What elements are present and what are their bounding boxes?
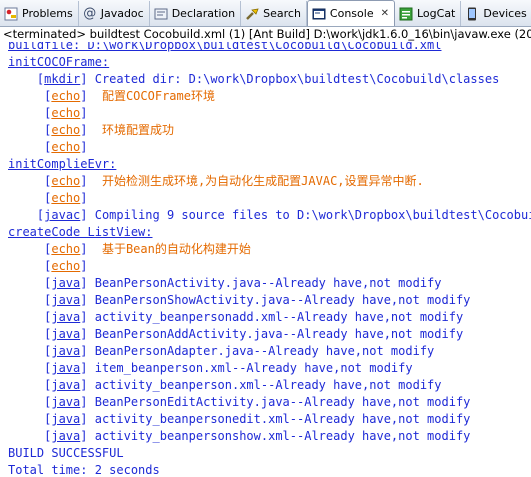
ant-target-line: initCOCOFrame:: [8, 54, 109, 71]
tab-label: LogCat: [416, 7, 456, 20]
task-tag: echo: [51, 89, 81, 103]
task-tag: mkdir: [44, 72, 81, 86]
build-result-line: BUILD SUCCESSFUL: [8, 445, 124, 462]
view-tab-bar: Problems @ Javadoc Declaration Search Co…: [0, 0, 531, 27]
tab-javadoc[interactable]: @ Javadoc: [79, 1, 150, 26]
ant-task-line: [java] item_beanperson.xml--Already have…: [44, 361, 413, 375]
task-message: BeanPersonShowActivity.java--Already hav…: [94, 293, 471, 307]
result-text: Total time: 2 seconds: [8, 463, 160, 477]
task-message: BeanPersonAdapter.java--Already have,not…: [94, 344, 435, 358]
at-icon: @: [83, 6, 97, 21]
ant-task-line: [javac] Compiling 9 source files to D:\w…: [8, 207, 531, 224]
ant-target-line: buildfile: D:\work\Dropbox\buildtest\Coc…: [8, 42, 441, 54]
ant-task-line: [mkdir] Created dir: D:\work\Dropbox\bui…: [36, 72, 500, 86]
task-tag: java: [51, 344, 81, 358]
tab-label: Problems: [22, 7, 73, 20]
target-name: initCOCOFrame:: [8, 55, 110, 69]
tab-search[interactable]: Search: [241, 1, 307, 26]
tab-label: Javadoc: [100, 7, 144, 20]
task-tag: java: [51, 412, 81, 426]
ant-task-line: [echo] 环境配置成功: [44, 123, 174, 137]
ant-task-line: [java] BeanPersonAddActivity.java--Alrea…: [44, 327, 464, 341]
tab-declaration[interactable]: Declaration: [150, 1, 242, 26]
task-message: Created dir: D:\work\Dropbox\buildtest\C…: [94, 72, 500, 86]
ant-task-line: [echo] 基于Bean的自动化构建开始: [44, 242, 251, 256]
ant-task-line: [echo]: [44, 259, 95, 273]
task-message: item_beanperson.xml--Already have,not mo…: [94, 361, 413, 375]
task-tag: java: [51, 361, 81, 375]
task-tag: java: [51, 327, 81, 341]
task-tag: java: [51, 293, 81, 307]
task-message: activity_beanpersonshow.xml--Already hav…: [94, 429, 471, 443]
target-name: createCode ListView:: [8, 225, 153, 239]
ant-task-line: [java] activity_beanpersonshow.xml--Alre…: [44, 429, 471, 443]
tab-label: Console: [329, 7, 374, 20]
target-name: buildfile: D:\work\Dropbox\buildtest\Coc…: [8, 42, 442, 52]
ant-task-line: [echo]: [44, 106, 95, 120]
logcat-icon: [398, 6, 414, 22]
task-message: 基于Bean的自动化构建开始: [94, 242, 251, 256]
ant-task-line: [java] BeanPersonAdapter.java--Already h…: [44, 344, 435, 358]
task-tag: java: [51, 310, 81, 324]
task-message: BeanPersonAddActivity.java--Already have…: [94, 327, 464, 341]
tab-label: Search: [263, 7, 301, 20]
task-tag: java: [51, 395, 81, 409]
result-text: BUILD SUCCESSFUL: [8, 446, 124, 460]
ant-task-line: [java] activity_beanpersonedit.xml--Alre…: [44, 412, 471, 426]
tab-console[interactable]: Console ✕: [306, 0, 395, 26]
tab-logcat[interactable]: LogCat: [395, 1, 462, 26]
tab-problems[interactable]: Problems: [0, 1, 79, 26]
console-output[interactable]: buildfile: D:\work\Dropbox\buildtest\Coc…: [0, 42, 531, 477]
task-message: 配置COCOFrame环境: [94, 89, 215, 103]
tab-label: Declaration: [171, 7, 236, 20]
task-message: 环境配置成功: [94, 123, 174, 137]
task-tag: echo: [51, 191, 81, 205]
task-message: activity_beanperson.xml--Already have,no…: [94, 378, 442, 392]
task-tag: echo: [51, 123, 81, 137]
console-icon: [311, 6, 327, 22]
ant-target-line: initComplieEvr:: [8, 156, 116, 173]
task-message: BeanPersonActivity.java--Already have,no…: [94, 276, 442, 290]
ant-task-line: [echo]: [44, 191, 95, 205]
task-message: 开始检测生成环境,为自动化生成配置JAVAC,设置异常中断.: [94, 174, 424, 188]
ant-task-line: [java] BeanPersonShowActivity.java--Alre…: [44, 293, 471, 307]
task-tag: java: [51, 378, 81, 392]
task-tag: echo: [51, 106, 81, 120]
console-status-line: <terminated> buildtest Cocobuild.xml (1)…: [0, 27, 531, 42]
close-icon[interactable]: ✕: [381, 8, 389, 19]
task-tag: echo: [51, 140, 81, 154]
declaration-icon: [153, 6, 169, 22]
ant-task-line: [java] BeanPersonActivity.java--Already …: [44, 276, 442, 290]
build-result-line: Total time: 2 seconds: [8, 462, 160, 477]
task-tag: echo: [51, 259, 81, 273]
task-tag: echo: [51, 242, 81, 256]
task-message: activity_beanpersonedit.xml--Already hav…: [94, 412, 471, 426]
tab-label: Devices: [483, 7, 527, 20]
target-name: initComplieEvr:: [8, 157, 117, 171]
ant-task-line: [echo] 开始检测生成环境,为自动化生成配置JAVAC,设置异常中断.: [44, 174, 424, 188]
ant-task-line: [echo]: [44, 140, 95, 154]
ant-task-line: [java] BeanPersonEditActivity.java--Alre…: [44, 395, 471, 409]
problems-icon: [3, 6, 19, 22]
task-tag: java: [51, 276, 81, 290]
ant-task-line: [java] activity_beanpersonadd.xml--Alrea…: [44, 310, 464, 324]
tab-devices[interactable]: Devices: [461, 1, 531, 26]
device-icon: [464, 6, 480, 22]
task-message: Compiling 9 source files to D:\work\Drop…: [94, 208, 531, 222]
ant-target-line: createCode ListView:: [8, 224, 153, 241]
task-tag: javac: [44, 208, 81, 222]
ant-task-line: [java] activity_beanperson.xml--Already …: [44, 378, 442, 392]
ant-task-line: [echo] 配置COCOFrame环境: [44, 89, 215, 103]
flashlight-icon: [244, 6, 260, 22]
task-tag: java: [51, 429, 81, 443]
task-message: activity_beanpersonadd.xml--Already have…: [94, 310, 464, 324]
task-message: BeanPersonEditActivity.java--Already hav…: [94, 395, 471, 409]
task-tag: echo: [51, 174, 81, 188]
